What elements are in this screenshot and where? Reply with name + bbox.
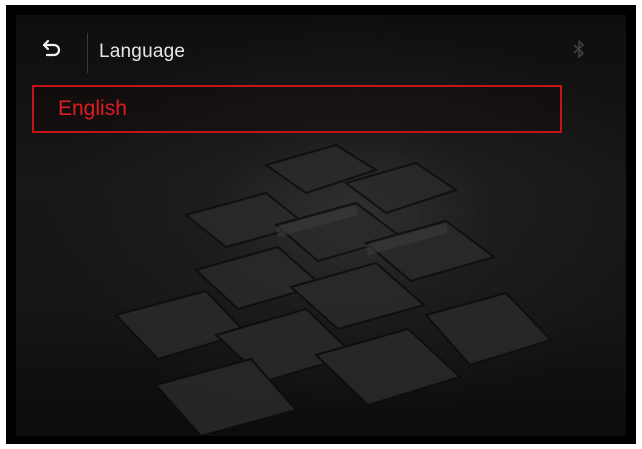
bluetooth-icon — [573, 40, 584, 58]
header-divider — [87, 33, 88, 73]
language-item-label: English — [58, 97, 127, 120]
language-list: English — [32, 85, 562, 133]
screen-frame: Language English — [6, 5, 636, 444]
back-button[interactable] — [34, 31, 70, 65]
page-title: Language — [99, 41, 186, 62]
top-bar: Language — [16, 15, 626, 73]
back-arrow-icon — [42, 39, 61, 57]
settings-screen: Language English — [16, 15, 626, 436]
background-tiles — [114, 143, 553, 436]
language-item-english[interactable]: English — [32, 85, 562, 133]
